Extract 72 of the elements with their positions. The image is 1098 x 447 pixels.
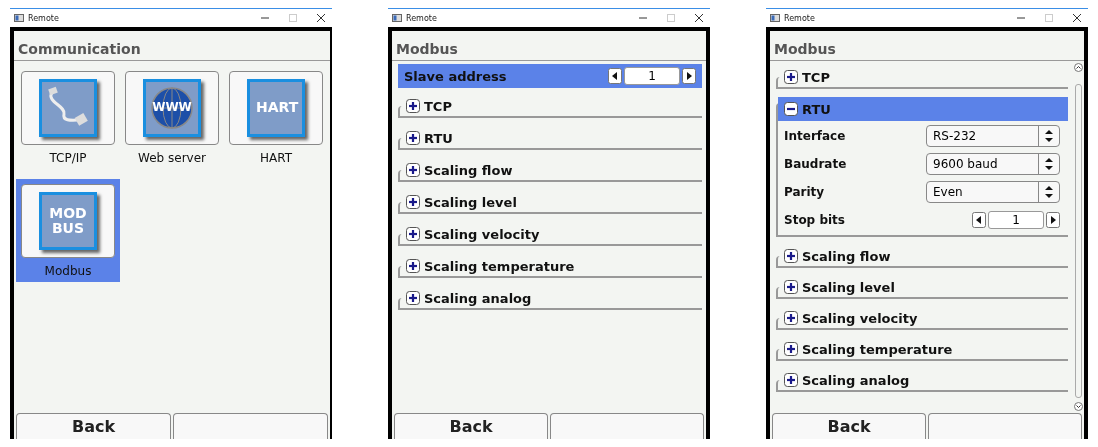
cable-icon — [39, 79, 97, 137]
plus-icon[interactable] — [406, 195, 420, 209]
group-header[interactable]: TCP — [400, 96, 702, 116]
plus-icon[interactable] — [784, 280, 798, 294]
group-header[interactable]: RTU — [778, 97, 1068, 121]
scroll-bar[interactable] — [1072, 61, 1084, 413]
screen-header: Modbus — [770, 31, 1084, 61]
globe-icon: WWW — [143, 79, 201, 137]
group-header[interactable]: Scaling flow — [778, 246, 1068, 266]
window-title: Remote — [28, 13, 59, 23]
blank-button[interactable] — [550, 413, 704, 439]
close-icon[interactable] — [1072, 13, 1082, 23]
group-header[interactable]: Scaling velocity — [400, 224, 702, 244]
plus-icon[interactable] — [406, 291, 420, 305]
group-header[interactable]: Scaling velocity — [778, 308, 1068, 328]
back-button[interactable]: Back — [394, 413, 548, 439]
back-button[interactable]: Back — [772, 413, 926, 439]
menu-tile[interactable]: MOD BUS Modbus — [16, 179, 120, 282]
plus-icon[interactable] — [406, 99, 420, 113]
app-icon — [392, 14, 402, 22]
setting-label: Parity — [784, 185, 825, 199]
value-field[interactable]: 1 — [988, 211, 1044, 229]
plus-icon[interactable] — [784, 342, 798, 356]
plus-icon[interactable] — [784, 249, 798, 263]
back-button[interactable]: Back — [16, 413, 171, 439]
menu-tile[interactable]: TCP/IP — [16, 66, 120, 169]
setting-label: Baudrate — [784, 157, 847, 171]
plus-icon[interactable] — [406, 131, 420, 145]
label-icon: MOD BUS — [39, 192, 97, 250]
screen-header: Communication — [14, 31, 330, 61]
setting-row[interactable]: Slave address 1 — [398, 64, 702, 88]
plus-icon[interactable] — [784, 373, 798, 387]
group-header[interactable]: Scaling analog — [400, 288, 702, 308]
scroll-down-icon[interactable] — [1073, 402, 1083, 411]
group-header[interactable]: TCP — [778, 67, 1068, 87]
right-arrow-button[interactable] — [682, 68, 696, 84]
right-arrow-button[interactable] — [1046, 212, 1060, 228]
dropdown-field[interactable]: RS-232 — [926, 125, 1060, 147]
left-arrow-button[interactable] — [972, 212, 986, 228]
window-title: Remote — [406, 13, 437, 23]
label-icon: HART — [247, 79, 305, 137]
group-header[interactable]: Scaling analog — [778, 370, 1068, 390]
plus-icon[interactable] — [406, 163, 420, 177]
group-header[interactable]: Scaling temperature — [400, 256, 702, 276]
blank-button[interactable] — [928, 413, 1082, 439]
plus-icon[interactable] — [784, 70, 798, 84]
menu-tile[interactable]: HART HART — [224, 66, 328, 169]
screen-header: Modbus — [392, 31, 706, 61]
setting-label: Interface — [784, 129, 846, 143]
group-header[interactable]: Scaling level — [778, 277, 1068, 297]
minus-icon[interactable] — [784, 102, 798, 116]
setting-label: Slave address — [404, 68, 508, 84]
setting-label: Stop bits — [784, 213, 845, 227]
plus-icon[interactable] — [784, 311, 798, 325]
group-header[interactable]: RTU — [400, 128, 702, 148]
app-icon — [770, 14, 780, 22]
blank-button[interactable] — [173, 413, 328, 439]
scroll-up-icon[interactable] — [1073, 63, 1083, 72]
group-header[interactable]: Scaling level — [400, 192, 702, 212]
plus-icon[interactable] — [406, 259, 420, 273]
menu-tile[interactable]: WWW Web server — [120, 66, 224, 169]
left-arrow-button[interactable] — [608, 68, 622, 84]
group-header[interactable]: Scaling temperature — [778, 339, 1068, 359]
value-field[interactable]: 1 — [624, 67, 680, 85]
close-icon[interactable] — [316, 13, 326, 23]
group-header[interactable]: Scaling flow — [400, 160, 702, 180]
plus-icon[interactable] — [406, 227, 420, 241]
dropdown-field[interactable]: 9600 baud — [926, 153, 1060, 175]
window-title: Remote — [784, 13, 815, 23]
dropdown-field[interactable]: Even — [926, 181, 1060, 203]
close-icon[interactable] — [694, 13, 704, 23]
app-icon — [14, 14, 24, 22]
